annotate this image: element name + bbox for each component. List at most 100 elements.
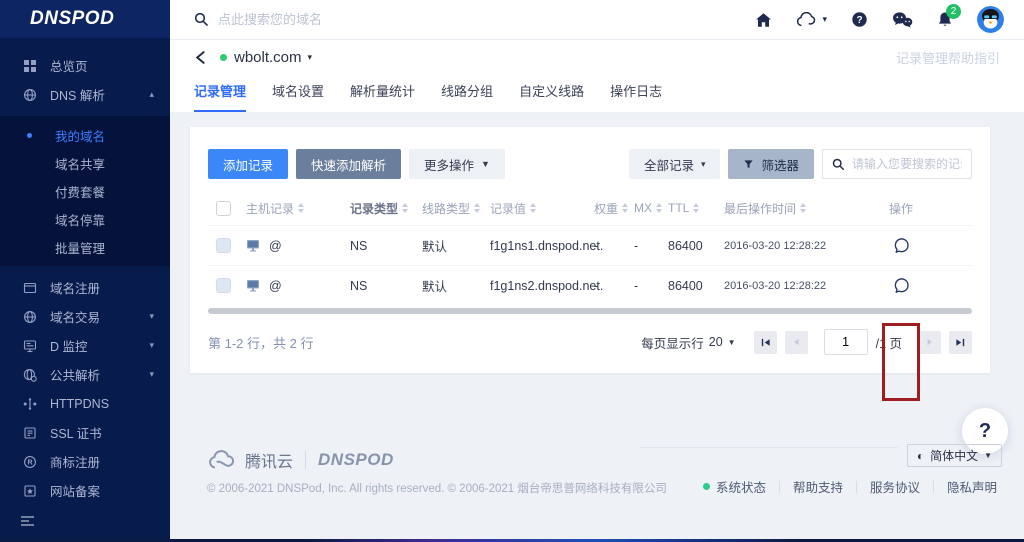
sort-icon[interactable]: [474, 203, 480, 213]
sidebar-item-my-domains[interactable]: 我的域名: [0, 121, 170, 149]
sidebar-item-public-dns[interactable]: 公共解析 ▾: [0, 360, 170, 389]
sidebar-item-domain-parking[interactable]: 域名停靠: [0, 205, 170, 233]
svg-text:?: ?: [856, 15, 862, 26]
logo-area[interactable]: DNSPOD: [0, 0, 170, 38]
privacy-statement-link[interactable]: 隐私声明: [947, 477, 997, 496]
sort-icon[interactable]: [656, 203, 662, 213]
service-agreement-link[interactable]: 服务协议: [870, 477, 920, 496]
tab-operation-logs[interactable]: 操作日志: [610, 81, 662, 112]
tab-line-groups[interactable]: 线路分组: [441, 81, 493, 112]
sidebar-item-paid-plans[interactable]: 付费套餐: [0, 177, 170, 205]
topbar: ▾ ? 2: [170, 0, 1024, 40]
pagination: 第 1-2 行，共 2 行 每页显示行 20 ▼ /1 页: [208, 314, 972, 373]
all-records-dropdown[interactable]: 全部记录▾: [629, 149, 721, 179]
page-number-input[interactable]: [824, 329, 868, 355]
add-record-button[interactable]: 添加记录: [208, 149, 288, 179]
help-icon[interactable]: ?: [851, 11, 868, 28]
dnspod-console: DNSPOD 总览页 DNS 解析 ▴ 我的域名 域名共享 付费套餐 域名停靠 …: [0, 0, 1024, 542]
notification-badge: 2: [946, 4, 961, 19]
per-page-value: 20: [709, 335, 723, 349]
record-host: @: [269, 279, 282, 293]
sidebar-item-label: 我的域名: [55, 126, 105, 145]
sidebar-nav: 总览页 DNS 解析 ▴ 我的域名 域名共享 付费套餐 域名停靠 批量管理 域名…: [0, 38, 170, 505]
sort-icon[interactable]: [402, 203, 408, 213]
sidebar-item-domain-trading[interactable]: 域名交易 ▾: [0, 302, 170, 331]
row-checkbox[interactable]: [216, 278, 231, 293]
help-support-link[interactable]: 帮助支持: [793, 477, 843, 496]
bell-icon[interactable]: 2: [937, 11, 953, 28]
search-icon: [194, 12, 209, 27]
collapse-sidebar-icon[interactable]: [20, 514, 36, 531]
chevron-down-icon[interactable]: ▾: [308, 52, 313, 63]
sidebar-item-d-monitor[interactable]: D 监控 ▾: [0, 331, 170, 360]
more-actions-button[interactable]: 更多操作▼: [409, 149, 505, 179]
sort-icon[interactable]: [622, 203, 628, 213]
tab-custom-lines[interactable]: 自定义线路: [519, 81, 584, 112]
tab-domain-settings[interactable]: 域名设置: [272, 81, 324, 112]
first-page-button[interactable]: [754, 331, 777, 354]
last-page-button[interactable]: [949, 331, 972, 354]
sidebar: DNSPOD 总览页 DNS 解析 ▴ 我的域名 域名共享 付费套餐 域名停靠 …: [0, 0, 170, 542]
sidebar-item-label: 域名共享: [55, 154, 105, 173]
col-header-ttl[interactable]: TTL: [668, 201, 724, 215]
cloud-menu[interactable]: ▾: [796, 12, 827, 28]
sidebar-item-icp-filing[interactable]: 网站备案: [0, 476, 170, 505]
col-header-line[interactable]: 线路类型: [422, 200, 490, 217]
sort-icon[interactable]: [800, 203, 806, 213]
tencent-cloud-label: 腾讯云: [245, 448, 293, 472]
sidebar-item-httpdns[interactable]: HTTPDNS: [0, 389, 170, 418]
col-header-mx[interactable]: MX: [634, 201, 668, 215]
col-header-actions: 操作: [830, 200, 972, 217]
per-page-label: 每页显示行: [641, 333, 704, 352]
certificate-icon: [22, 425, 37, 440]
comment-bubble-icon[interactable]: [893, 277, 910, 294]
sort-icon[interactable]: [298, 203, 304, 213]
footer-link-label: 帮助支持: [793, 477, 843, 496]
footer-divider: [640, 447, 898, 448]
select-all-checkbox[interactable]: [216, 201, 231, 216]
star-box-icon: [22, 483, 37, 498]
home-icon[interactable]: [755, 12, 772, 28]
system-status-link[interactable]: 系统状态: [703, 477, 766, 496]
sort-icon[interactable]: [530, 203, 536, 213]
sidebar-item-label: D 监控: [50, 336, 88, 355]
col-header-updated[interactable]: 最后操作时间: [724, 200, 830, 217]
next-page-button[interactable]: [918, 331, 941, 354]
sidebar-item-label: 域名交易: [50, 307, 100, 326]
globe-gear-icon: [22, 367, 37, 382]
footer-link-label: 服务协议: [870, 477, 920, 496]
trademark-icon: R: [22, 454, 37, 469]
sidebar-item-ssl-certificates[interactable]: SSL 证书: [0, 418, 170, 447]
tab-resolution-stats[interactable]: 解析量统计: [350, 81, 415, 112]
language-selector[interactable]: ◐ 简体中文 ▼: [907, 444, 1002, 467]
sidebar-item-domain-sharing[interactable]: 域名共享: [0, 149, 170, 177]
sort-icon[interactable]: [693, 203, 699, 213]
record-help-guide-link[interactable]: 记录管理帮助指引: [896, 48, 1000, 67]
sidebar-item-trademark-registration[interactable]: R 商标注册: [0, 447, 170, 476]
sidebar-item-dns[interactable]: DNS 解析 ▴: [0, 80, 170, 109]
col-header-type[interactable]: 记录类型: [350, 200, 422, 217]
comment-bubble-icon[interactable]: [893, 237, 910, 254]
footer-links: 系统状态 帮助支持 服务协议 隐私声明: [703, 477, 997, 496]
domain-title[interactable]: wbolt.com: [234, 49, 302, 66]
quick-add-button[interactable]: 快速添加解析: [296, 149, 401, 179]
per-page-dropdown[interactable]: 每页显示行 20 ▼: [641, 333, 735, 352]
avatar[interactable]: [977, 6, 1004, 33]
back-icon[interactable]: [194, 50, 208, 65]
tab-record-management[interactable]: 记录管理: [194, 81, 246, 112]
record-search-input[interactable]: [852, 157, 962, 171]
col-header-host[interactable]: 主机记录: [246, 200, 350, 217]
row-checkbox[interactable]: [216, 238, 231, 253]
chat-icon[interactable]: [892, 11, 913, 28]
more-actions-label: 更多操作: [424, 155, 474, 174]
previous-page-button[interactable]: [785, 331, 808, 354]
funnel-icon: [743, 159, 754, 170]
chevron-down-icon: ▾: [822, 14, 827, 25]
domain-search-input[interactable]: [218, 12, 518, 27]
sidebar-item-overview[interactable]: 总览页: [0, 51, 170, 80]
filter-button[interactable]: 筛选器: [728, 149, 814, 179]
sidebar-item-domain-registration[interactable]: 域名注册: [0, 273, 170, 302]
col-header-value[interactable]: 记录值: [490, 200, 594, 217]
sidebar-item-batch-management[interactable]: 批量管理: [0, 233, 170, 261]
col-header-weight[interactable]: 权重: [594, 200, 634, 217]
